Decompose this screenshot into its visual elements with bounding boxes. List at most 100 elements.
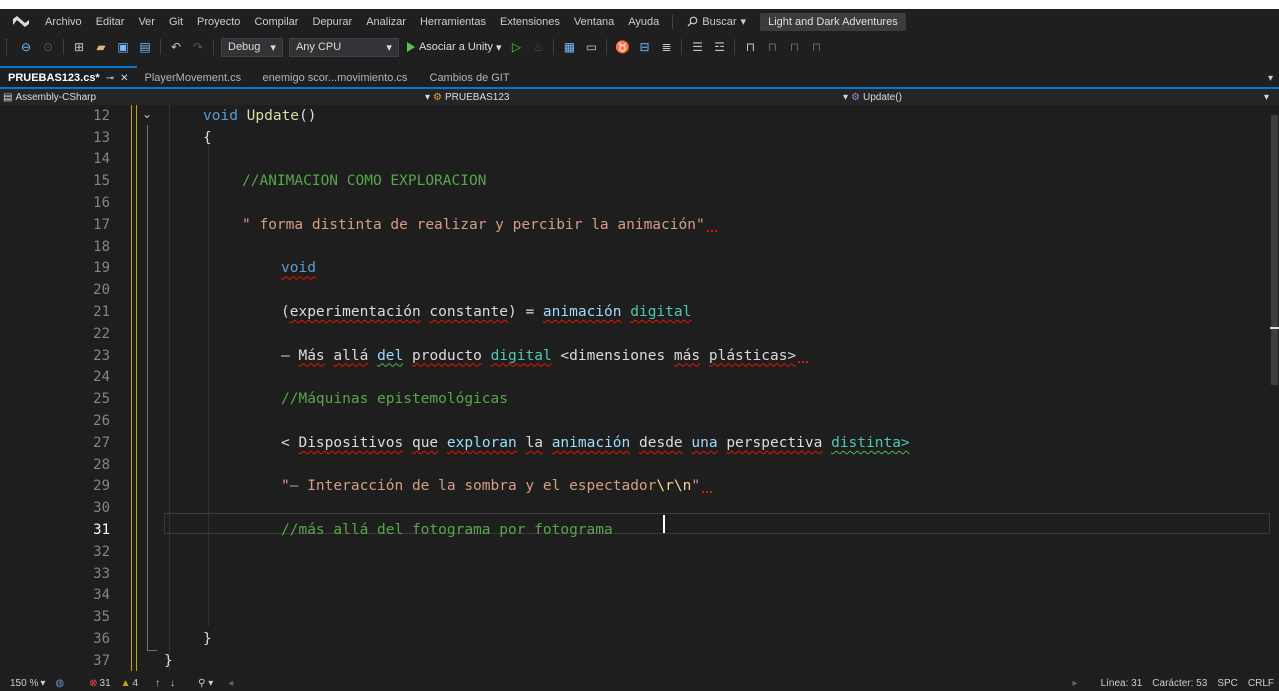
whitespace-indicator[interactable]: SPC — [1217, 678, 1238, 689]
menu-archivo[interactable]: Archivo — [38, 16, 89, 28]
align-icon[interactable]: ⊟ — [636, 39, 652, 55]
menu-proyecto[interactable]: Proyecto — [190, 16, 247, 28]
platform-dropdown[interactable]: Any CPU ▾ — [288, 37, 399, 57]
navigate-back-icon[interactable]: ⊖ — [18, 39, 34, 55]
window-top-strip — [0, 0, 1279, 9]
code-line[interactable]: //ANIMACION COMO EXPLORACION — [242, 173, 486, 189]
close-icon[interactable]: ✕ — [120, 73, 128, 84]
health-icon[interactable]: ◍ — [55, 678, 64, 689]
code-line[interactable]: //Máquinas epistemológicas — [281, 391, 508, 407]
menu-herramientas[interactable]: Herramientas — [413, 16, 493, 28]
code-cleanup-icon[interactable]: ⚲ ▾ — [198, 678, 213, 689]
tab-pruebas123[interactable]: PRUEBAS123.cs* ⊸ ✕ — [0, 66, 137, 88]
code-editor[interactable]: ⌄ 12 void Update() 13 { 14 15 //ANIMACIO… — [0, 105, 1279, 675]
line-ending-indicator[interactable]: CRLF — [1248, 678, 1274, 689]
menu-git[interactable]: Git — [162, 16, 190, 28]
pin-icon[interactable]: ⊸ — [106, 73, 114, 84]
line-indicator[interactable]: Línea: 31 — [1101, 678, 1143, 689]
tab-list-dropdown-icon[interactable]: ▾ — [1268, 73, 1273, 84]
configuration-dropdown[interactable]: Debug ▾ — [221, 37, 283, 57]
code-line[interactable]: void — [281, 260, 316, 276]
tab-label: PRUEBAS123.cs* — [8, 72, 100, 84]
line-number: 30 — [93, 500, 110, 517]
menu-ver[interactable]: Ver — [131, 16, 162, 28]
class-dropdown[interactable]: ▾ ⚙ PRUEBAS123 — [425, 89, 509, 105]
save-icon[interactable]: ▣ — [115, 39, 131, 55]
search-button[interactable]: Buscar ▾ — [679, 15, 754, 28]
document-tabs: PRUEBAS123.cs* ⊸ ✕ PlayerMovement.cs ene… — [0, 66, 1279, 88]
code-line[interactable]: } — [203, 631, 212, 647]
menu-depurar[interactable]: Depurar — [305, 16, 359, 28]
window-layout-icon[interactable]: ▭ — [583, 39, 599, 55]
warnings-indicator[interactable]: ▲ 4 — [121, 678, 138, 689]
menu-compilar[interactable]: Compilar — [247, 16, 305, 28]
undo-icon[interactable]: ↶ — [168, 39, 184, 55]
class-name: PRUEBAS123 — [445, 91, 510, 103]
error-icon: ⊗ — [89, 677, 98, 689]
code-line[interactable]: //más allá del fotograma por fotograma — [281, 522, 613, 538]
hot-reload-icon[interactable]: ♨ — [530, 39, 546, 55]
status-right: ▸ Línea: 31 Carácter: 53 SPC CRLF — [1068, 675, 1279, 691]
toolbar-grip[interactable] — [6, 39, 9, 55]
bookmark-icon[interactable]: ⊓ — [742, 39, 758, 55]
split-dropdown[interactable]: ▾ — [1264, 89, 1269, 105]
visual-studio-logo-icon[interactable] — [10, 14, 32, 30]
browser-link-icon[interactable]: ♉ — [614, 39, 630, 55]
menu-analizar[interactable]: Analizar — [359, 16, 413, 28]
search-label: Buscar — [702, 15, 737, 28]
vertical-scrollbar[interactable] — [1270, 105, 1279, 675]
code-line[interactable]: – Más allá del producto digital <dimensi… — [281, 348, 809, 364]
bookmark-prev-icon[interactable]: ⊓ — [764, 39, 780, 55]
new-project-icon[interactable]: ⊞ — [71, 39, 87, 55]
code-line[interactable]: < Dispositivos que exploran la animación… — [281, 435, 910, 451]
tab-playermovement[interactable]: PlayerMovement.cs — [137, 68, 247, 88]
next-issue-arrow-icon[interactable]: ↓ — [170, 678, 175, 689]
navigate-forward-icon[interactable]: ⊙ — [40, 39, 56, 55]
char-indicator[interactable]: Carácter: 53 — [1152, 678, 1207, 689]
line-number: 32 — [93, 543, 110, 560]
zoom-dropdown[interactable]: 150 % ▾ — [10, 678, 45, 689]
toolbar: ⊖ ⊙ ⊞ ▰ ▣ ▤ ↶ ↷ Debug ▾ Any CPU ▾ Asocia… — [0, 34, 1279, 60]
menu-editar[interactable]: Editar — [89, 16, 132, 28]
code-line[interactable]: "– Interacción de la sombra y el especta… — [281, 478, 713, 494]
code-line[interactable]: void Update() — [203, 108, 317, 124]
scrollbar-thumb[interactable] — [1271, 115, 1278, 385]
code-line[interactable]: } — [164, 653, 173, 669]
method-icon: ⚙ — [851, 91, 860, 103]
save-all-icon[interactable]: ▤ — [137, 39, 153, 55]
project-dropdown[interactable]: ▤ Assembly-CSharp — [3, 89, 96, 105]
comment-icon[interactable]: ☰ — [689, 39, 705, 55]
search-icon — [687, 16, 698, 27]
warning-count: 4 — [132, 677, 139, 689]
menu-ayuda[interactable]: Ayuda — [621, 16, 666, 28]
previous-issue-arrow-icon[interactable]: ↑ — [155, 678, 160, 689]
tab-cambios-git[interactable]: Cambios de GIT — [422, 68, 522, 88]
errors-indicator[interactable]: ⊗ 31 — [89, 678, 111, 689]
bookmark-clear-icon[interactable]: ⊓ — [808, 39, 824, 55]
scroll-right-icon[interactable]: ▸ — [1073, 678, 1078, 689]
menu-bar: Archivo Editar Ver Git Proyecto Compilar… — [0, 9, 1279, 34]
line-number: 24 — [93, 369, 110, 386]
open-folder-icon[interactable]: ▰ — [93, 39, 109, 55]
uncomment-icon[interactable]: ☲ — [711, 39, 727, 55]
format-icon[interactable]: ≣ — [658, 39, 674, 55]
platform-value: Any CPU — [295, 41, 342, 53]
scroll-left-icon[interactable]: ◂ — [228, 678, 233, 689]
line-number: 35 — [93, 609, 110, 626]
diagnostic-icon[interactable]: ▦ — [561, 39, 577, 55]
status-bar: 150 % ▾ ◍ ⊗ 31 ▲ 4 ↑ ↓ ⚲ ▾ ◂ ▸ Línea: 31… — [0, 675, 1279, 691]
code-line[interactable]: " forma distinta de realizar y percibir … — [242, 217, 717, 233]
tab-enemigo-movimiento[interactable]: enemigo scor...movimiento.cs — [247, 68, 422, 88]
member-dropdown[interactable]: ▾ ⚙ Update() — [843, 89, 902, 105]
start-without-debugging-icon[interactable]: ▷ — [508, 39, 524, 55]
chevron-down-icon: ▾ — [425, 91, 431, 103]
code-line[interactable]: { — [203, 130, 212, 146]
csharp-project-icon: ▤ — [3, 91, 13, 103]
menu-extensiones[interactable]: Extensiones — [493, 16, 567, 28]
bookmark-next-icon[interactable]: ⊓ — [786, 39, 802, 55]
run-unity-button[interactable]: Asociar a Unity ▾ — [406, 41, 501, 54]
project-name: Assembly-CSharp — [15, 91, 97, 103]
code-line[interactable]: (experimentación constante) = animación … — [281, 304, 691, 320]
redo-icon[interactable]: ↷ — [190, 39, 206, 55]
menu-ventana[interactable]: Ventana — [567, 16, 621, 28]
